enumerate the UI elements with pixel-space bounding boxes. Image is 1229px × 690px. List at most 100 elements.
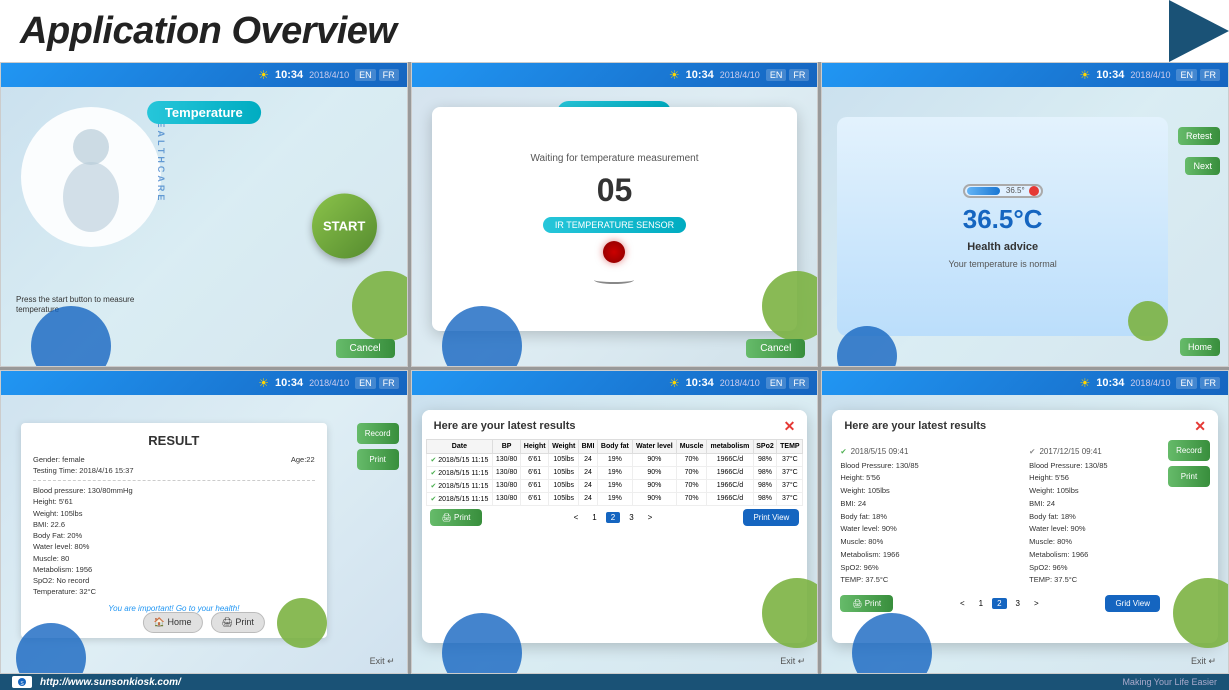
screen4-lang2[interactable]: FR <box>379 377 399 389</box>
screen1-cancel-button[interactable]: Cancel <box>336 339 395 358</box>
result-water: Water level: 80% <box>33 541 315 552</box>
screen2-topbar: ☀ 10:34 2018/4/10 EN FR <box>412 63 818 87</box>
screen5-lang2[interactable]: FR <box>789 377 809 389</box>
table-cell-0-5: 19% <box>597 453 632 466</box>
screen4-green-circle <box>277 598 327 648</box>
grid-data-line: Weight: 105lbs <box>840 485 1021 498</box>
page-2-6[interactable]: 2 <box>992 598 1006 609</box>
screen3-green-circle <box>1128 301 1168 341</box>
table-cell-1-8: 1966C/d <box>707 466 753 479</box>
screen3-lang2[interactable]: FR <box>1200 69 1220 81</box>
screen1-lang2[interactable]: FR <box>379 69 399 81</box>
screen3-content: 36.5° 36.5°C Health advice Your temperat… <box>822 87 1228 366</box>
page-1-6[interactable]: 1 <box>974 598 988 609</box>
table-row: ✔ 2018/5/15 11:15130/806'61105lbs2419%90… <box>426 492 803 505</box>
table-cell-2-6: 90% <box>632 479 676 492</box>
screen6-right-btns: Record Print <box>1168 440 1210 487</box>
col-spo2: SPo2 <box>753 439 777 453</box>
screen6-content: Here are your latest results ✕ ✔ 2018/5/… <box>822 395 1228 674</box>
healthcare-text: HEALTHCARE <box>156 112 166 203</box>
thermo-fill <box>967 187 1000 195</box>
table-cell-2-7: 70% <box>676 479 706 492</box>
record-btn-6[interactable]: Record <box>1168 440 1210 461</box>
screen3-temp-value: 36.5°C <box>963 204 1043 235</box>
start-button[interactable]: START <box>312 194 377 259</box>
grid-view-button[interactable]: Grid View <box>1105 595 1160 612</box>
page-prev-6[interactable]: < <box>955 598 970 609</box>
screen4-right-btns: Record Print <box>357 423 399 470</box>
close-modal-5[interactable]: ✕ <box>784 418 796 435</box>
table-cell-2-10: 37°C <box>777 479 803 492</box>
table-cell-3-9: 98% <box>753 492 777 505</box>
grid-results-modal: Here are your latest results ✕ ✔ 2018/5/… <box>832 410 1218 644</box>
sun-icon-4: ☀ <box>258 376 269 390</box>
grid-data-line: Muscle: 80% <box>840 536 1021 549</box>
result-bmi: BMI: 22.6 <box>33 519 315 530</box>
result-age: Age:22 <box>291 454 315 465</box>
page-1-5[interactable]: 1 <box>587 512 601 523</box>
table-cell-3-7: 70% <box>676 492 706 505</box>
col-muscle: Muscle <box>676 439 706 453</box>
screen6-lang2[interactable]: FR <box>1200 377 1220 389</box>
close-modal-6[interactable]: ✕ <box>1194 418 1206 435</box>
page-next-5[interactable]: > <box>643 512 658 523</box>
screen5-lang1[interactable]: EN <box>766 377 787 389</box>
table-cell-0-9: 98% <box>753 453 777 466</box>
exit-s6-button[interactable]: Exit ↵ <box>1191 656 1216 667</box>
screen6-lang1[interactable]: EN <box>1176 377 1197 389</box>
sun-icon-3: ☀ <box>1080 68 1091 82</box>
page-prev-5[interactable]: < <box>569 512 584 523</box>
screen2-content: Temperature Waiting for temperature meas… <box>412 87 818 366</box>
home-s4-button[interactable]: 🏠 Home <box>143 612 203 633</box>
screen1-lang1[interactable]: EN <box>355 69 376 81</box>
grid-col-1: ✔ 2018/5/15 09:41 Blood Pressure: 130/85… <box>840 447 1021 588</box>
next-button[interactable]: Next <box>1185 157 1220 175</box>
screen5-content: Here are your latest results ✕ Date BP H… <box>412 395 818 674</box>
table-cell-3-4: 24 <box>579 492 598 505</box>
print-s4-button[interactable]: 🖨 Print <box>210 612 264 633</box>
screen2-countdown: 05 <box>597 172 633 209</box>
screen2-lang2[interactable]: FR <box>789 69 809 81</box>
col-metabolism: metabolism <box>707 439 753 453</box>
print-modal-6[interactable]: 🖨 Print <box>840 595 893 612</box>
screen5-date: 2018/4/10 <box>720 378 760 388</box>
screen1-content: HEALTHCARE Temperature START Press the s… <box>1 87 407 366</box>
screen3-temp-card: 36.5° 36.5°C Health advice Your temperat… <box>837 117 1168 336</box>
col-height: Height <box>521 439 549 453</box>
page-3-6[interactable]: 3 <box>1011 598 1025 609</box>
page-next-6[interactable]: > <box>1029 598 1044 609</box>
table-cell-0-4: 24 <box>579 453 598 466</box>
screen2-lang1[interactable]: EN <box>766 69 787 81</box>
print-view-button[interactable]: Print View <box>743 509 799 526</box>
exit-s5-button[interactable]: Exit ↵ <box>780 656 805 667</box>
exit-s4-button[interactable]: Exit ↵ <box>370 656 395 667</box>
result-muscle: Muscle: 80 <box>33 553 315 564</box>
table-cell-3-8: 1966C/d <box>707 492 753 505</box>
table-cell-2-5: 19% <box>597 479 632 492</box>
table-row: ✔ 2018/5/15 11:15130/806'61105lbs2419%90… <box>426 466 803 479</box>
results-header-6: Here are your latest results ✕ <box>832 410 1218 439</box>
home-button[interactable]: Home <box>1180 338 1220 356</box>
table-cell-3-10: 37°C <box>777 492 803 505</box>
page-2-5[interactable]: 2 <box>606 512 620 523</box>
result-weight: Weight: 105lbs <box>33 508 315 519</box>
grid-data-line: Weight: 105lbs <box>1029 485 1210 498</box>
screen2-cancel-button[interactable]: Cancel <box>746 339 805 358</box>
table-cell-1-4: 24 <box>579 466 598 479</box>
print-btn-side-6[interactable]: Print <box>1168 466 1210 487</box>
screen4-lang1[interactable]: EN <box>355 377 376 389</box>
print-modal-5[interactable]: 🖨 Print <box>430 509 483 526</box>
results-bottom-5: 🖨 Print < 1 2 3 > Print View <box>422 506 808 529</box>
result-testing-time: Testing Time: 2018/4/16 15:37 <box>33 465 315 476</box>
record-button[interactable]: Record <box>357 423 399 444</box>
table-cell-2-1: 130/80 <box>493 479 521 492</box>
screen-5: ☀ 10:34 2018/4/10 EN FR Here are your la… <box>411 370 819 675</box>
grid-data-line: BMI: 24 <box>1029 498 1210 511</box>
screen2-green-circle <box>762 271 817 341</box>
print-side-button[interactable]: Print <box>357 449 399 470</box>
table-cell-1-7: 70% <box>676 466 706 479</box>
retest-button[interactable]: Retest <box>1178 127 1220 145</box>
footer-url[interactable]: http://www.sunsonkiosk.com/ <box>40 677 181 688</box>
page-3-5[interactable]: 3 <box>624 512 638 523</box>
screen3-lang1[interactable]: EN <box>1176 69 1197 81</box>
